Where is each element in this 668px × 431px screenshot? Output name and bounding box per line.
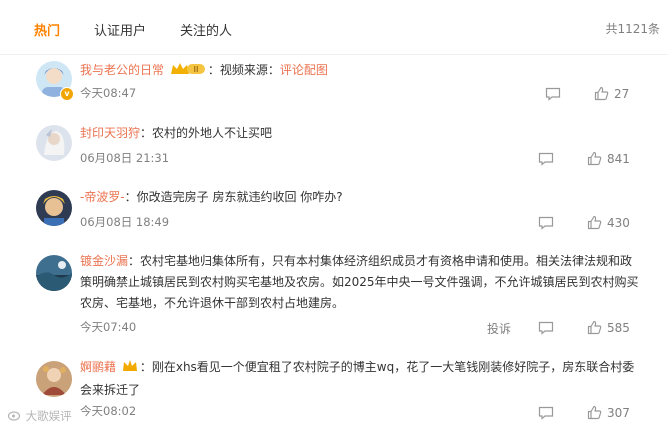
- comment-tabs: 热门 认证用户 关注的人 共1121条: [0, 0, 668, 55]
- reply-icon[interactable]: [538, 216, 554, 230]
- reply-icon[interactable]: [538, 321, 554, 335]
- like-count: 841: [607, 152, 630, 166]
- like-icon[interactable]: [587, 320, 602, 335]
- comment-item: 封印天羽狩：农村的外地人不让买吧 06月08日 21:31 841: [0, 116, 668, 180]
- crown-badge-icon: [122, 359, 138, 380]
- avatar[interactable]: [36, 125, 72, 161]
- verified-badge-icon: v: [60, 87, 74, 101]
- like-icon[interactable]: [594, 86, 609, 101]
- comment-text: ：视频来源：: [207, 63, 280, 77]
- comment-text-line: ：农村宅基地归集体所有，只有本村集体经济组织成员才有资格申请和使用。相关法律法规…: [128, 254, 633, 268]
- tab-following[interactable]: 关注的人: [180, 20, 232, 39]
- reply-icon[interactable]: [538, 152, 554, 166]
- watermark-text: 大歌娱评: [25, 409, 72, 423]
- comment-text-line: 策明确禁止城镇居民到农村购买宅基地及农房。如2025年中央一号文件强调，不允许城…: [80, 275, 639, 289]
- like-icon[interactable]: [587, 151, 602, 166]
- like-count: 307: [607, 406, 630, 420]
- comment-time: 06月08日 18:49: [80, 215, 170, 229]
- comment-time: 今天07:40: [80, 320, 137, 334]
- tab-hot[interactable]: 热门: [34, 20, 60, 39]
- comment-text: ：农村的外地人不让买吧: [140, 126, 273, 140]
- comment-time: 今天08:02: [80, 404, 137, 418]
- svg-text:II: II: [193, 65, 198, 74]
- vip-level-badge-icon: II: [170, 62, 206, 83]
- comment-text-line: 农房、宅基地，不允许退休干部到农村占地建房。: [80, 296, 345, 310]
- comment-text-line: ：刚在xhs看见一个便宜租了农村院子的博主wq，花了一大笔钱刚装修好院子，房东联…: [139, 360, 635, 374]
- comment-username[interactable]: 我与老公的日常: [80, 63, 164, 77]
- comment-image-link[interactable]: 评论配图: [280, 63, 328, 77]
- reply-icon[interactable]: [545, 87, 561, 101]
- comment-username[interactable]: 婀鹂藉: [80, 360, 116, 374]
- comment-item: 镀金沙漏：农村宅基地归集体所有，只有本村集体经济组织成员才有资格申请和使用。相关…: [0, 244, 668, 352]
- like-icon[interactable]: [587, 405, 602, 420]
- comment-text: ：你改造完房子 房东就违约收回 你咋办?: [124, 190, 343, 204]
- report-button[interactable]: 投诉: [487, 320, 511, 337]
- comment-total-count: 共1121条: [605, 22, 660, 36]
- comment-time: 今天08:47: [80, 86, 137, 100]
- comment-item: 婀鹂藉 ：刚在xhs看见一个便宜租了农村院子的博主wq，花了一大笔钱刚装修好院子…: [0, 352, 668, 431]
- tab-verified-users[interactable]: 认证用户: [94, 20, 146, 39]
- weibo-logo-icon: [7, 411, 21, 421]
- watermark: 大歌娱评: [7, 408, 72, 424]
- comment-item: v 我与老公的日常 II ：视频来源：评论配图 今天08:47 27: [0, 54, 668, 116]
- avatar[interactable]: [36, 255, 72, 291]
- comment-text-line: 会来拆迁了: [80, 383, 141, 397]
- like-count: 27: [614, 87, 630, 101]
- comment-username[interactable]: -帝波罗-: [80, 190, 125, 204]
- reply-icon[interactable]: [538, 406, 554, 420]
- avatar[interactable]: [36, 190, 72, 226]
- avatar[interactable]: [36, 361, 72, 397]
- comment-item: -帝波罗-：你改造完房子 房东就违约收回 你咋办? 06月08日 18:49 4…: [0, 180, 668, 244]
- like-count: 585: [607, 321, 630, 335]
- comment-username[interactable]: 镀金沙漏: [80, 254, 128, 268]
- comment-time: 06月08日 21:31: [80, 151, 170, 165]
- comment-username[interactable]: 封印天羽狩: [80, 126, 140, 140]
- like-count: 430: [607, 216, 630, 230]
- like-icon[interactable]: [587, 215, 602, 230]
